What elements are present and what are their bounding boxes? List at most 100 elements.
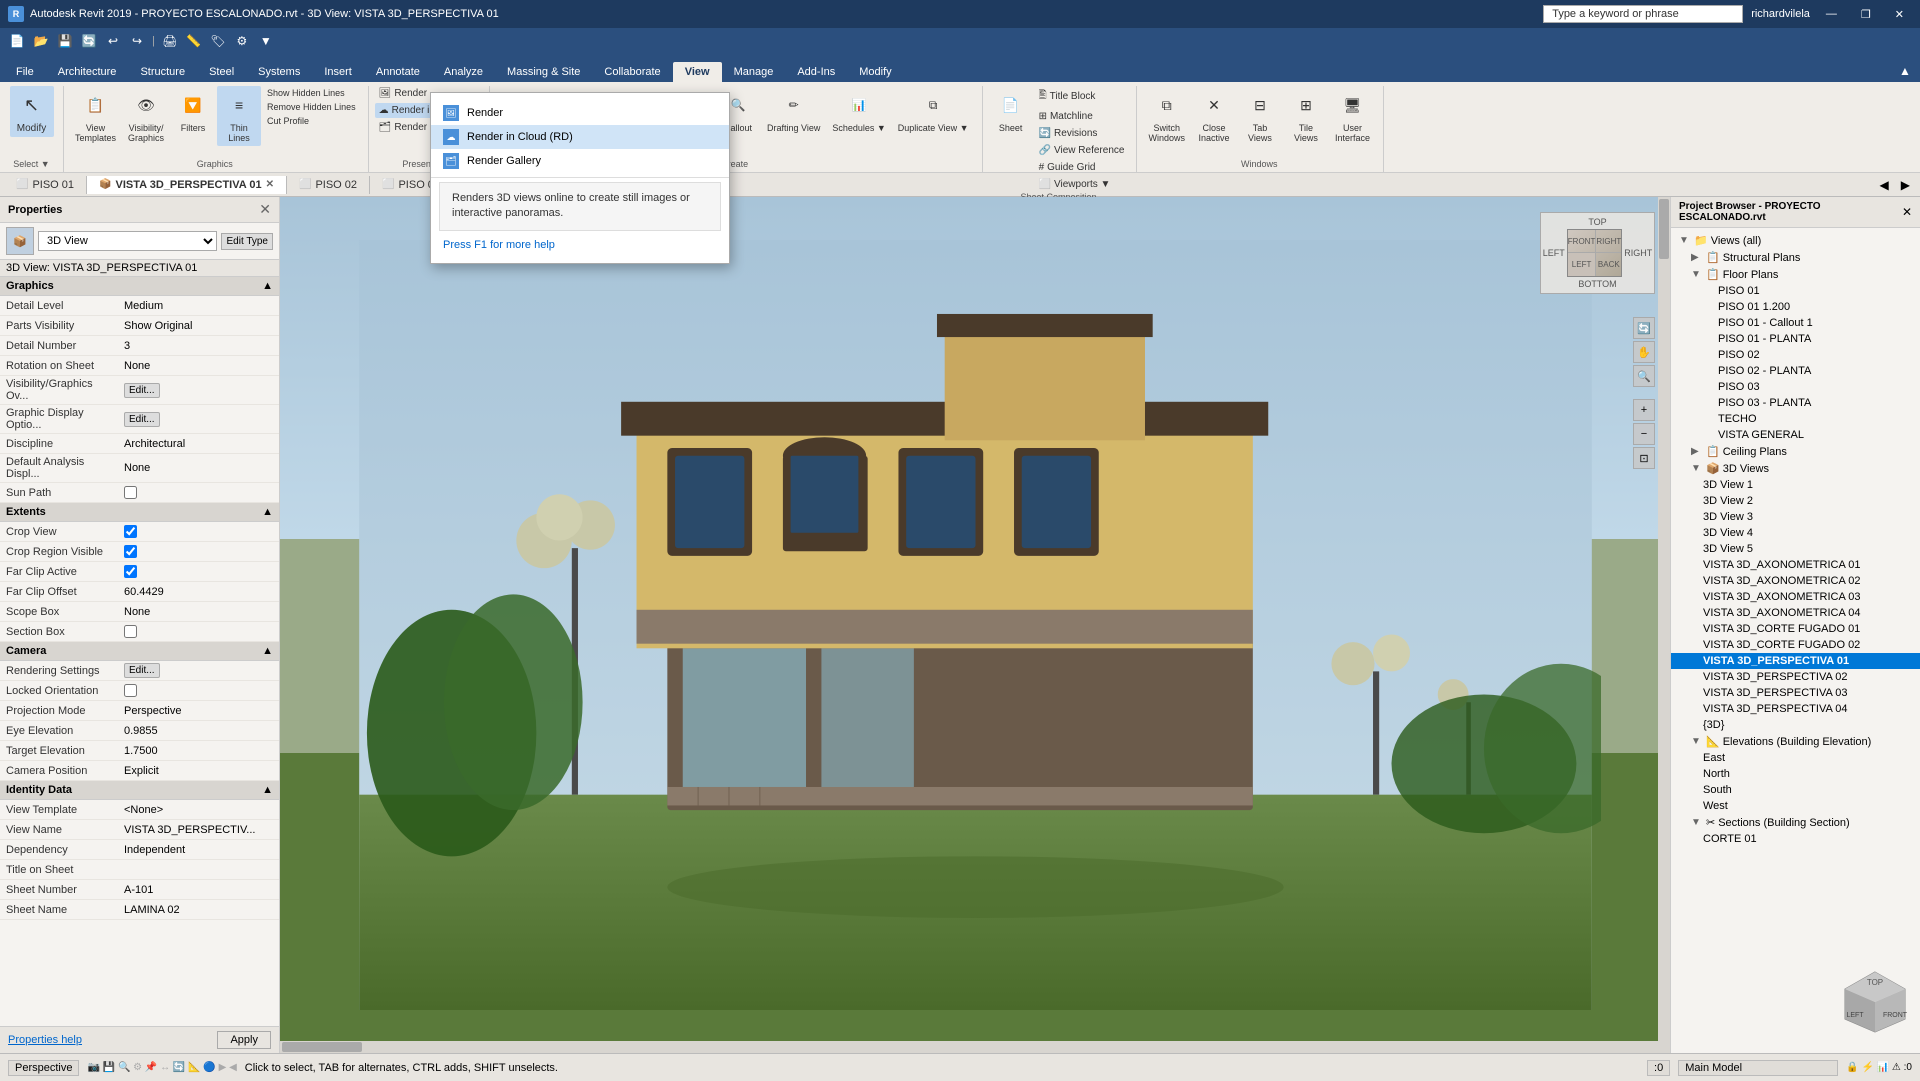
view-tab-piso02[interactable]: ⬜ PISO 02 [287,176,370,194]
3d-view-3-item[interactable]: 3D View 3 [1671,509,1920,525]
matchline-button[interactable]: ⊞ Matchline [1035,109,1129,124]
tab-view[interactable]: View [673,62,722,82]
measure-button[interactable]: 📏 [183,30,205,52]
view-templates-button[interactable]: 📋 ViewTemplates [70,86,121,146]
tab-manage[interactable]: Manage [722,62,786,82]
vertical-scrollbar[interactable] [1658,197,1670,1053]
tab-analyze[interactable]: Analyze [432,62,495,82]
render-cloud-menu-item[interactable]: ☁ Render in Cloud (RD) [431,125,729,149]
corte-fugado-01-item[interactable]: VISTA 3D_CORTE FUGADO 01 [1671,621,1920,637]
horizontal-scrollbar-thumb[interactable] [282,1042,362,1052]
view-tabs-scroll-left[interactable]: ◀ [1874,176,1895,194]
save-button[interactable]: 💾 [54,30,76,52]
show-hidden-lines-button[interactable]: Show Hidden Lines [263,86,360,100]
properties-help-link[interactable]: Properties help [8,1034,82,1046]
revisions-button[interactable]: 🔄 Revisions [1035,126,1129,141]
drafting-view-button[interactable]: ✏ Drafting View [762,86,825,136]
render-gallery-menu-item[interactable]: 🗂 Render Gallery [431,149,729,173]
view-cube[interactable]: FRONT RIGHT LEFT BACK [1567,229,1622,277]
tab-structure[interactable]: Structure [128,62,197,82]
modify-button[interactable]: ↖ Modify [10,86,54,137]
tooltip-help[interactable]: Press F1 for more help [431,235,729,255]
tab-file[interactable]: File [4,62,46,82]
locked-orientation-checkbox[interactable] [124,684,137,697]
arrow-down-button[interactable]: ▼ [255,30,277,52]
settings-button[interactable]: ⚙ [231,30,253,52]
edit-type-button[interactable]: Edit Type [221,233,273,250]
south-item[interactable]: South [1671,782,1920,798]
perspectiva-01-item[interactable]: VISTA 3D_PERSPECTIVA 01 [1671,653,1920,669]
rendering-settings-btn[interactable]: Edit... [124,663,160,678]
west-item[interactable]: West [1671,798,1920,814]
visibility-edit-btn[interactable]: Edit... [124,383,160,398]
tab-views-button[interactable]: ⊟ TabViews [1238,86,1282,146]
view-reference-button[interactable]: 🔗 View Reference [1035,143,1129,158]
restore-button[interactable]: ❐ [1853,6,1879,23]
sun-path-checkbox[interactable] [124,486,137,499]
axono-01-item[interactable]: VISTA 3D_AXONOMETRICA 01 [1671,557,1920,573]
sheet-button[interactable]: 📄 Sheet [989,86,1033,136]
3d-view-5-item[interactable]: 3D View 5 [1671,541,1920,557]
far-clip-active-checkbox[interactable] [124,565,137,578]
ribbon-collapse-btn[interactable]: ▲ [1894,60,1916,82]
tab-insert[interactable]: Insert [312,62,364,82]
corte01-item[interactable]: CORTE 01 [1671,831,1920,847]
tab-collaborate[interactable]: Collaborate [592,62,672,82]
tab-addins[interactable]: Add-Ins [785,62,847,82]
browser-close-button[interactable]: ✕ [1902,205,1912,219]
structural-plans-item[interactable]: ▶ 📋 Structural Plans [1671,249,1920,266]
identity-data-section-header[interactable]: Identity Data ▲ [0,781,279,800]
title-block-button[interactable]: 🖺 Title Block [1035,86,1129,107]
axono-03-item[interactable]: VISTA 3D_AXONOMETRICA 03 [1671,589,1920,605]
user-interface-button[interactable]: 🖥 UserInterface [1330,86,1375,146]
vertical-scrollbar-thumb[interactable] [1659,199,1669,259]
crop-view-checkbox[interactable] [124,525,137,538]
3d-view-1-item[interactable]: 3D View 1 [1671,477,1920,493]
print-button[interactable]: 🖨 [159,30,181,52]
properties-close-button[interactable]: ✕ [259,201,271,218]
model-selector[interactable]: Main Model [1678,1060,1838,1076]
horizontal-scrollbar[interactable] [280,1041,1658,1053]
tag-button[interactable]: 🏷 [207,30,229,52]
piso01-browser-item[interactable]: PISO 01 [1671,283,1920,299]
corte-fugado-02-item[interactable]: VISTA 3D_CORTE FUGADO 02 [1671,637,1920,653]
tab-modify[interactable]: Modify [847,62,903,82]
east-item[interactable]: East [1671,750,1920,766]
pan-button[interactable]: ✋ [1633,341,1655,363]
axono-04-item[interactable]: VISTA 3D_AXONOMETRICA 04 [1671,605,1920,621]
visibility-graphics-button[interactable]: 👁 Visibility/Graphics [123,86,169,146]
piso02-browser-item[interactable]: PISO 02 [1671,347,1920,363]
perspectiva-03-item[interactable]: VISTA 3D_PERSPECTIVA 03 [1671,685,1920,701]
3d-view-2-item[interactable]: 3D View 2 [1671,493,1920,509]
tab-architecture[interactable]: Architecture [46,62,129,82]
3d-views-item[interactable]: ▼ 📦 3D Views [1671,460,1920,477]
duplicate-view-button[interactable]: ⧉ Duplicate View ▼ [893,86,974,136]
open-button[interactable]: 📂 [30,30,52,52]
new-button[interactable]: 📄 [6,30,28,52]
techo-item[interactable]: TECHO [1671,411,1920,427]
graphic-display-edit-btn[interactable]: Edit... [124,412,160,427]
graphics-section-header[interactable]: Graphics ▲ [0,277,279,296]
crop-region-checkbox[interactable] [124,545,137,558]
tab-annotate[interactable]: Annotate [364,62,432,82]
view-tabs-scroll-right[interactable]: ▶ [1895,176,1916,194]
schedules-button[interactable]: 📊 Schedules ▼ [827,86,890,136]
camera-section-header[interactable]: Camera ▲ [0,642,279,661]
tile-views-button[interactable]: ⊞ TileViews [1284,86,1328,146]
piso02-planta-item[interactable]: PISO 02 - PLANTA [1671,363,1920,379]
tab-systems[interactable]: Systems [246,62,312,82]
guide-grid-button[interactable]: # Guide Grid [1035,160,1129,175]
3d-view-4-item[interactable]: 3D View 4 [1671,525,1920,541]
redo-button[interactable]: ↪ [126,30,148,52]
axono-02-item[interactable]: VISTA 3D_AXONOMETRICA 02 [1671,573,1920,589]
piso03-planta-item[interactable]: PISO 03 - PLANTA [1671,395,1920,411]
floor-plans-item[interactable]: ▼ 📋 Floor Plans [1671,266,1920,283]
piso01-planta-item[interactable]: PISO 01 - PLANTA [1671,331,1920,347]
switch-windows-button[interactable]: ⧉ SwitchWindows [1143,86,1190,146]
apply-button[interactable]: Apply [217,1031,271,1049]
remove-hidden-lines-button[interactable]: Remove Hidden Lines [263,100,360,114]
piso01-1200-item[interactable]: PISO 01 1.200 [1671,299,1920,315]
piso01-callout-item[interactable]: PISO 01 - Callout 1 [1671,315,1920,331]
perspectiva-02-item[interactable]: VISTA 3D_PERSPECTIVA 02 [1671,669,1920,685]
viewport[interactable]: TOP LEFT FRONT RIGHT LEFT BACK RIGHT BOT… [280,197,1670,1053]
